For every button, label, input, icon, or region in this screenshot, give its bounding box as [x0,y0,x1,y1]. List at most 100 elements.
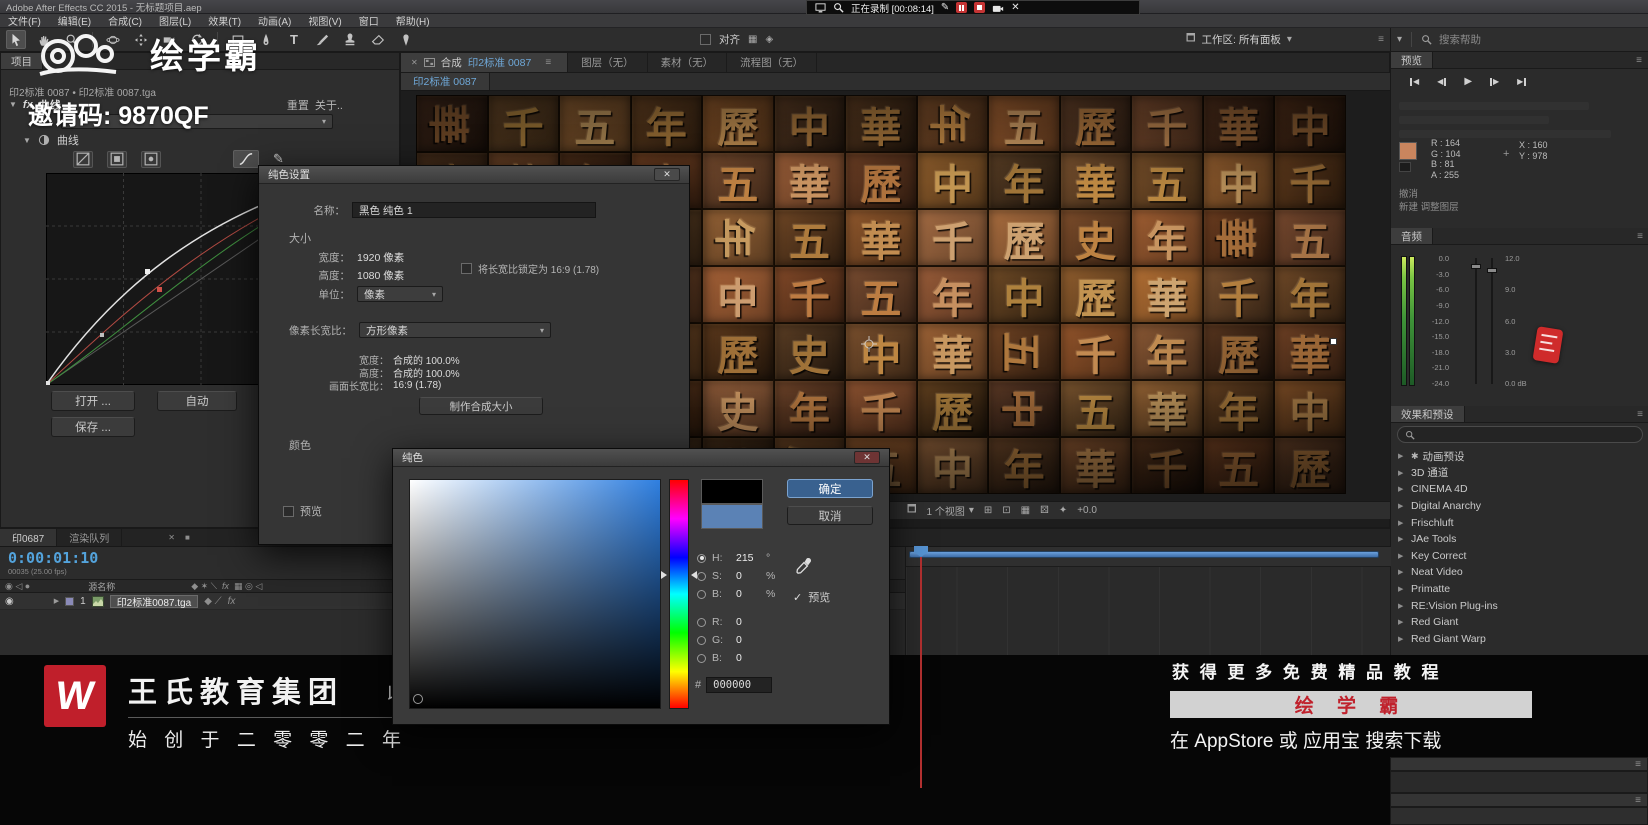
snap-option-icon-2[interactable]: ◈ [765,34,773,45]
tab-composition[interactable]: ✕ 合成 印2标准 0087 ≡ [401,53,568,72]
preset-folder-row[interactable]: ▶RE:Vision Plug-ins [1391,597,1648,614]
ok-button[interactable]: 确定 [787,479,873,498]
pen-icon[interactable]: ✎ [941,3,949,13]
expand-icon[interactable]: ▶ [1398,469,1411,477]
eyedropper-icon[interactable] [795,557,813,575]
preset-folder-row[interactable]: ▶Red Giant [1391,614,1648,631]
height-value[interactable]: 1080 像素 [357,268,404,283]
curve-tool-icon[interactable] [233,150,259,168]
mask-visibility-icon[interactable]: ⚄ [1040,505,1049,516]
expand-icon[interactable]: ▶ [1398,485,1411,493]
layer-name[interactable]: 印2标准0087.tga [110,595,199,608]
tab-effects-presets[interactable]: 效果和预设 [1391,406,1465,422]
collapsed-panel-header[interactable]: ≡ [1390,757,1648,771]
chevron-down-icon[interactable]: ▾ [1397,34,1402,45]
preset-folder-row[interactable]: ▶CINEMA 4D [1391,481,1648,498]
preset-folder-row[interactable]: ▶Digital Anarchy [1391,498,1648,515]
view-layout-icon[interactable]: 🗖 [907,502,917,519]
expand-icon[interactable]: ▶ [1398,635,1411,643]
preset-folder-row[interactable]: ▶Primatte [1391,581,1648,598]
track-area[interactable] [906,567,1391,661]
component-value[interactable]: 0 [736,634,760,646]
collapsed-panel-header[interactable]: ≡ [1390,793,1648,807]
close-icon[interactable]: ✕ [1011,3,1019,13]
work-area-bar[interactable] [909,551,1379,558]
color-field[interactable] [409,479,661,709]
tab-audio[interactable]: 音频 [1391,228,1433,244]
units-dropdown[interactable]: 像素▾ [357,286,443,302]
component-value[interactable]: 215 [736,552,760,564]
expand-icon[interactable]: ▶ [1398,452,1411,460]
name-input[interactable]: 黑色 纯色 1 [352,202,596,218]
audio-slider-handle[interactable] [1471,264,1481,269]
next-frame-button[interactable]: ▶ [1485,77,1504,86]
panel-menu-icon[interactable]: ≡ [1635,795,1641,806]
color-component-row[interactable]: S:0% [697,567,787,585]
stop-record-button[interactable] [974,2,985,13]
radio-icon[interactable] [697,554,706,563]
first-frame-button[interactable]: ◀ [1405,77,1424,86]
radio-icon[interactable] [697,618,706,627]
close-icon[interactable]: ✕ [654,168,680,181]
checkerboard-icon[interactable]: ▦ [1021,505,1030,516]
menu-item[interactable]: 窗口 [359,13,379,28]
preset-folder-row[interactable]: ▶Key Correct [1391,548,1648,565]
panel-menu-icon[interactable]: ≡ [1637,231,1643,242]
collapse-icon[interactable]: ▼ [9,100,17,109]
dialog-titlebar[interactable]: 纯色 ✕ [393,449,889,467]
expand-icon[interactable]: ▶ [1398,585,1411,593]
preset-folder-row[interactable]: ▶Neat Video [1391,564,1648,581]
make-comp-size-button[interactable]: 制作合成大小 [419,397,543,415]
radio-icon[interactable] [697,654,706,663]
source-name-header[interactable]: 源名称 [88,580,115,593]
hue-slider[interactable] [669,479,689,709]
panel-menu-icon[interactable]: ≡ [1637,409,1643,420]
component-value[interactable]: 0 [736,570,760,582]
panel-menu-icon[interactable]: ≡ [1635,759,1641,770]
color-component-row[interactable]: B:0% [697,585,787,603]
color-component-row[interactable]: H:215° [697,549,787,567]
preset-folder-row[interactable]: ▶3D 通道 [1391,465,1648,482]
expand-icon[interactable]: ▶ [1398,502,1411,510]
par-dropdown[interactable]: 方形像素▾ [359,322,551,338]
pause-record-button[interactable] [956,2,967,13]
expand-icon[interactable]: ▶ [1398,535,1411,543]
channel-box-icon[interactable] [107,151,127,168]
component-value[interactable]: 0 [736,616,760,628]
monitor-icon[interactable] [815,2,826,13]
radio-icon[interactable] [697,590,706,599]
audio-slider-handle[interactable] [1487,268,1497,273]
camera-icon[interactable] [992,3,1004,13]
tab-render-queue[interactable]: 渲染队列 [57,529,122,546]
puppet-pin-tool[interactable] [396,30,416,49]
brush-tool[interactable] [312,30,332,49]
expand-icon[interactable]: ▶ [1398,568,1411,576]
panel-menu-icon[interactable]: ≡ [1636,55,1642,66]
component-value[interactable]: 0 [736,588,760,600]
expand-icon[interactable]: ▶ [1398,519,1411,527]
close-icon[interactable]: ✕ [168,533,175,542]
history-undo[interactable]: 撤消 [1399,186,1418,200]
exposure-icon[interactable]: ✦ [1059,505,1067,516]
close-icon[interactable]: ✕ [411,58,418,67]
exposure-value[interactable]: +0.0 [1077,505,1097,516]
magnifier-icon[interactable] [833,2,844,13]
width-value[interactable]: 1920 像素 [357,250,404,265]
cancel-button[interactable]: 取消 [787,506,873,525]
hex-input[interactable]: 000000 [706,677,772,693]
region-of-interest-icon[interactable]: ⊡ [1002,505,1010,516]
eraser-tool[interactable] [368,30,388,49]
preset-folder-row[interactable]: ▶✱动画预设 [1391,448,1648,465]
chevron-down-icon[interactable]: ▾ [1287,34,1292,45]
viewer-tab[interactable]: 印2标准 0087 [401,73,490,90]
dialog-titlebar[interactable]: 纯色设置 ✕ [259,166,689,184]
preset-folder-row[interactable]: ▶Red Giant Warp [1391,631,1648,648]
component-value[interactable]: 0 [736,652,760,664]
preset-folder-row[interactable]: ▶Frischluft [1391,514,1648,531]
comp-panel-tab[interactable]: 素材（无） [648,53,728,72]
playhead-line[interactable] [920,557,922,788]
preset-folder-row[interactable]: ▶JAe Tools [1391,531,1648,548]
menu-item[interactable]: 动画(A) [258,13,291,28]
play-button[interactable]: ▶ [1459,76,1477,87]
history-action[interactable]: 新建 调整图层 [1399,199,1459,213]
